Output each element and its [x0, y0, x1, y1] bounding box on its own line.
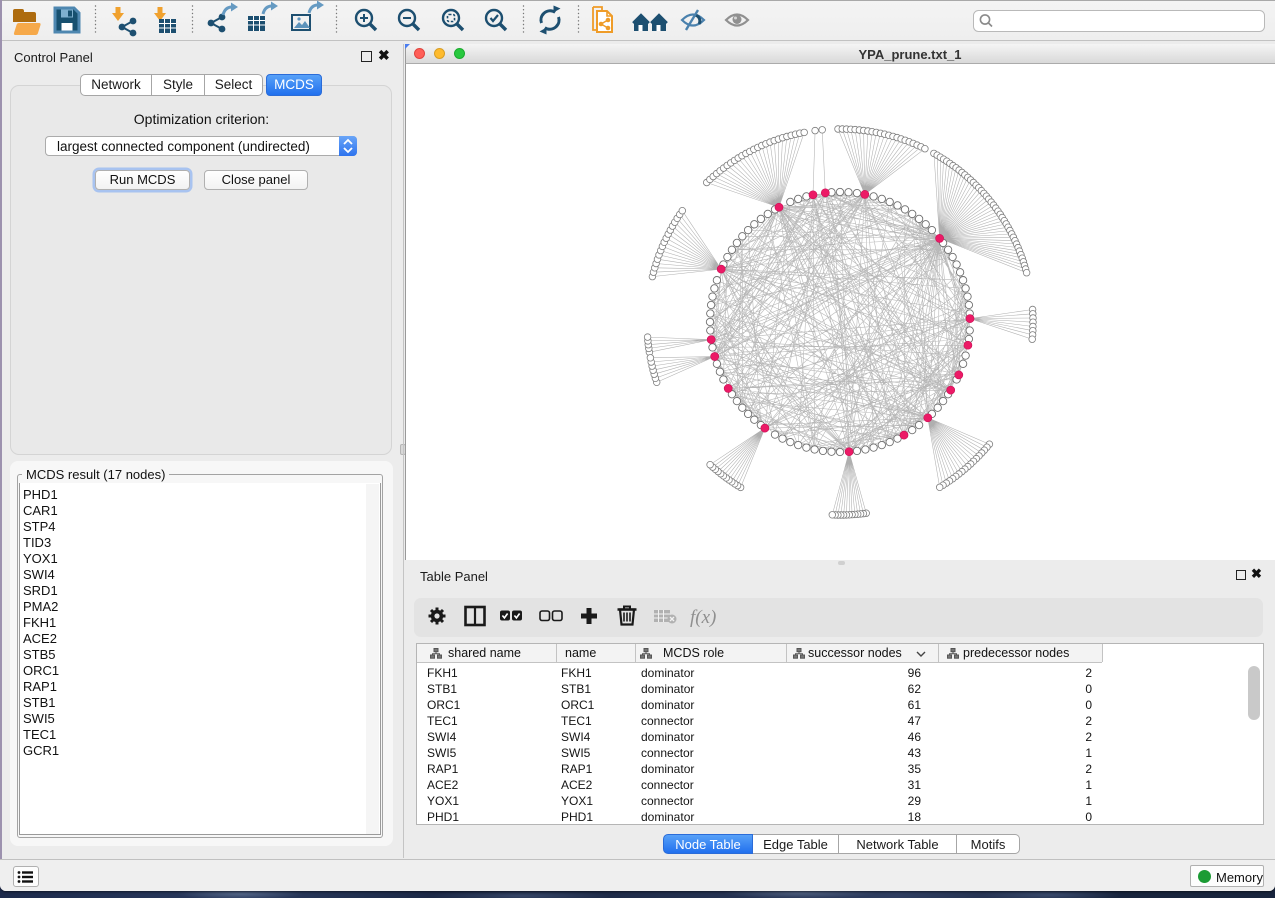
- svg-text:f(x): f(x): [690, 607, 716, 628]
